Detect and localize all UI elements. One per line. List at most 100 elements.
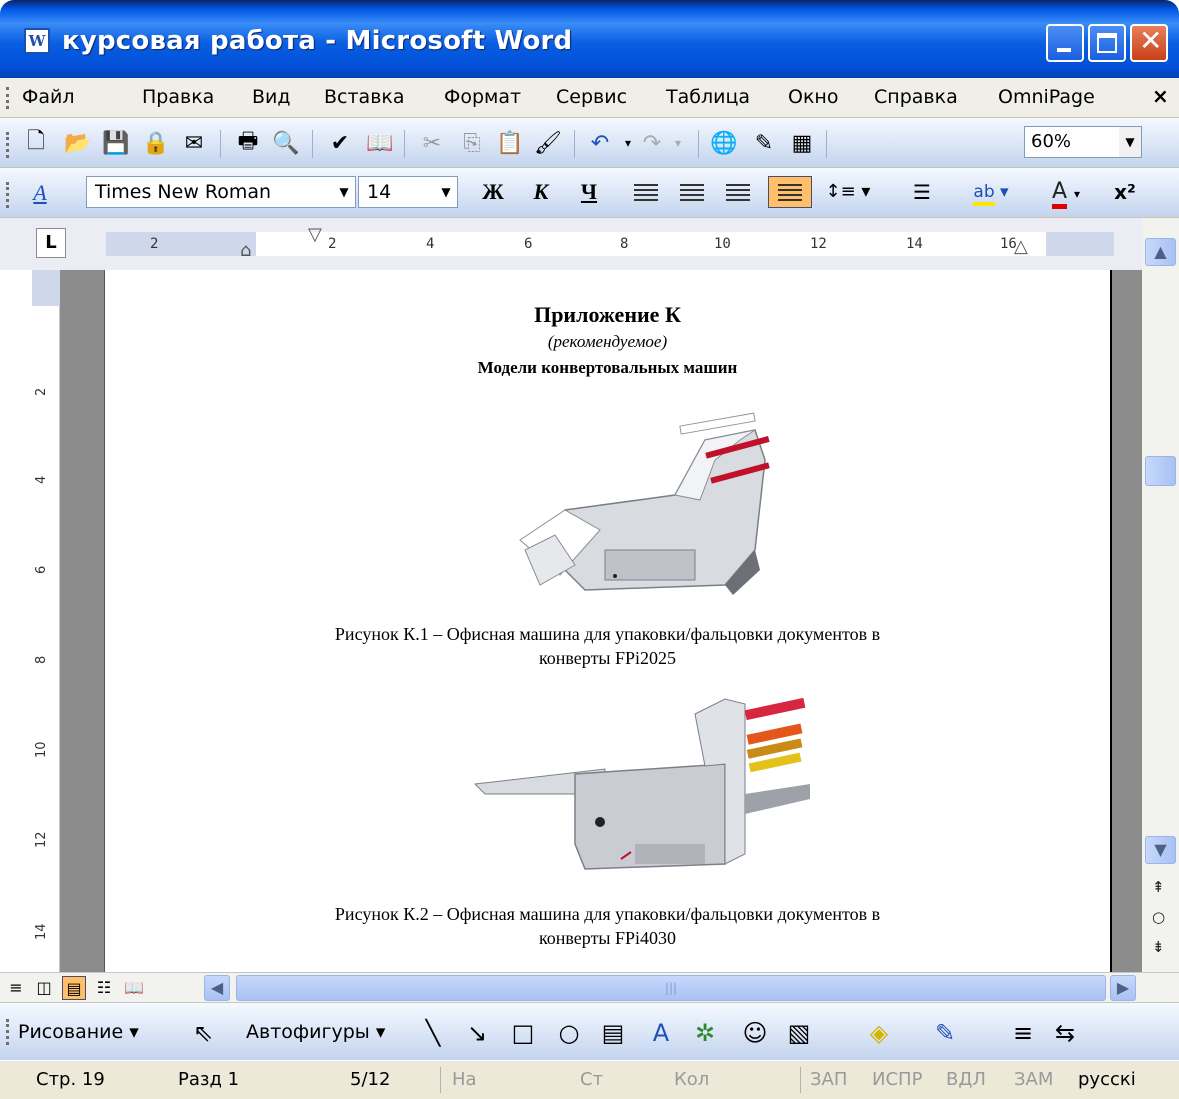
fill-color-icon[interactable]: ◈ xyxy=(864,1019,894,1047)
select-objects-icon[interactable]: ⇖ xyxy=(188,1019,218,1047)
text-box-icon[interactable]: ▤ xyxy=(598,1019,628,1047)
insert-picture-icon[interactable]: ▧ xyxy=(784,1019,814,1047)
dash-style-icon[interactable]: ⇆ xyxy=(1050,1019,1080,1047)
figure-fpi2025-image[interactable] xyxy=(505,400,805,600)
tables-borders-icon[interactable]: ✎ xyxy=(748,128,780,158)
chevron-down-icon[interactable]: ▼ xyxy=(1119,127,1141,157)
status-overtype[interactable]: ЗАМ xyxy=(1014,1069,1053,1090)
vertical-scrollbar[interactable]: ▲ ▼ ⇞ ○ ⇟ xyxy=(1142,218,1179,972)
new-document-icon[interactable]: 🗋 xyxy=(20,128,52,158)
close-document-icon[interactable]: × xyxy=(1152,84,1169,108)
align-left-icon[interactable] xyxy=(634,184,658,202)
line-icon[interactable]: ╲ xyxy=(418,1019,448,1047)
toolbar-grip[interactable] xyxy=(6,1019,10,1045)
draw-menu-button[interactable]: Рисование ▾ xyxy=(18,1021,139,1043)
autoshapes-menu-button[interactable]: Автофигуры ▾ xyxy=(246,1021,385,1043)
scroll-right-icon[interactable]: ▶ xyxy=(1110,975,1136,1001)
maximize-button[interactable] xyxy=(1088,24,1126,62)
menu-window[interactable]: Окно xyxy=(788,86,838,108)
scrollbar-thumb[interactable] xyxy=(1145,456,1176,486)
menu-edit[interactable]: Правка xyxy=(142,86,214,108)
line-spacing-button[interactable]: ↕≡ ▾ xyxy=(820,176,876,208)
select-browse-object-icon[interactable]: ○ xyxy=(1152,908,1165,926)
superscript-button[interactable]: x² xyxy=(1108,176,1142,208)
oval-icon[interactable]: ○ xyxy=(554,1019,584,1047)
line-style-icon[interactable]: ≡ xyxy=(1008,1019,1038,1047)
font-size-select[interactable]: 14 ▼ xyxy=(358,176,458,208)
diagram-icon[interactable]: ✲ xyxy=(690,1019,720,1047)
bold-button[interactable]: Ж xyxy=(478,176,508,208)
insert-table-icon[interactable]: ▦ xyxy=(786,128,818,158)
word-document-icon[interactable]: W xyxy=(24,28,50,54)
print-icon[interactable]: 🖶 xyxy=(232,128,264,158)
menu-view[interactable]: Вид xyxy=(252,86,291,108)
highlight-button[interactable]: ab ▾ xyxy=(958,176,1024,208)
web-layout-view-icon[interactable]: ◫ xyxy=(32,976,56,1000)
italic-button[interactable]: К xyxy=(526,176,556,208)
styles-icon[interactable]: A xyxy=(24,178,56,208)
title-bar[interactable]: W курсовая работа - Microsoft Word ✕ xyxy=(0,0,1179,78)
justify-button[interactable] xyxy=(768,176,812,208)
clip-art-icon[interactable]: ☺ xyxy=(740,1019,770,1047)
previous-page-icon[interactable]: ⇞ xyxy=(1152,878,1165,896)
arrow-icon[interactable]: ↘ xyxy=(462,1019,492,1047)
scroll-up-icon[interactable]: ▲ xyxy=(1145,238,1176,266)
cut-icon[interactable]: ✂ xyxy=(416,128,448,158)
close-button[interactable]: ✕ xyxy=(1130,24,1168,62)
scroll-left-icon[interactable]: ◀ xyxy=(204,975,230,1001)
status-track-changes[interactable]: ИСПР xyxy=(872,1069,922,1090)
chevron-down-icon[interactable]: ▼ xyxy=(333,177,355,207)
font-color-button[interactable]: A ▾ xyxy=(1036,176,1096,209)
horizontal-scrollbar-thumb[interactable]: ||| xyxy=(236,975,1106,1001)
toolbar-grip[interactable] xyxy=(6,87,10,109)
line-color-icon[interactable]: ✎ xyxy=(930,1019,960,1047)
paste-icon[interactable]: 📋 xyxy=(494,128,526,158)
menu-file[interactable]: Файл xyxy=(22,86,75,108)
print-preview-icon[interactable]: 🔍 xyxy=(270,128,302,158)
menu-table[interactable]: Таблица xyxy=(666,86,750,108)
research-icon[interactable]: 📖 xyxy=(364,128,396,158)
redo-dropdown-icon[interactable]: ▾ xyxy=(662,128,694,158)
document-page[interactable]: Приложение К (рекомендуемое) Модели конв… xyxy=(104,270,1112,972)
menu-insert[interactable]: Вставка xyxy=(324,86,405,108)
status-record-macro[interactable]: ЗАП xyxy=(810,1069,847,1090)
tab-selector-icon[interactable]: L xyxy=(36,228,66,258)
rectangle-icon[interactable]: □ xyxy=(508,1019,538,1047)
wordart-icon[interactable]: A xyxy=(646,1019,676,1047)
align-right-icon[interactable] xyxy=(726,184,750,202)
zoom-select[interactable]: 60% ▼ xyxy=(1024,126,1142,158)
left-indent-marker[interactable]: ⌂ xyxy=(240,240,251,261)
menu-tools[interactable]: Сервис xyxy=(556,86,627,108)
next-page-icon[interactable]: ⇟ xyxy=(1152,938,1165,956)
vertical-ruler[interactable]: 2 4 6 8 10 12 14 xyxy=(32,270,60,972)
copy-icon[interactable]: ⎘ xyxy=(456,128,488,158)
normal-view-icon[interactable]: ≡ xyxy=(4,976,28,1000)
print-layout-view-icon[interactable]: ▤ xyxy=(62,976,86,1000)
scroll-down-icon[interactable]: ▼ xyxy=(1145,836,1176,864)
outline-view-icon[interactable]: ☷ xyxy=(92,976,116,1000)
permission-icon[interactable]: 🔒 xyxy=(140,128,172,158)
hyperlink-icon[interactable]: 🌐 xyxy=(708,128,740,158)
align-center-icon[interactable] xyxy=(680,184,704,202)
minimize-button[interactable] xyxy=(1046,24,1084,62)
spelling-icon[interactable]: ✔ xyxy=(324,128,356,158)
menu-help[interactable]: Справка xyxy=(874,86,958,108)
numbering-icon[interactable]: ☰ xyxy=(904,176,940,208)
first-line-indent-marker[interactable]: ▽ xyxy=(308,224,322,245)
horizontal-ruler[interactable]: 2 2 4 6 8 10 12 14 16 xyxy=(106,232,1114,256)
email-icon[interactable]: ✉ xyxy=(178,128,210,158)
toolbar-grip[interactable] xyxy=(6,132,10,158)
menu-format[interactable]: Формат xyxy=(444,86,521,108)
reading-layout-view-icon[interactable]: 📖 xyxy=(122,976,146,1000)
format-painter-icon[interactable]: 🖌 xyxy=(532,128,564,158)
open-folder-icon[interactable]: 📂 xyxy=(62,128,94,158)
menu-omnipage[interactable]: OmniPage xyxy=(998,86,1095,108)
font-name-select[interactable]: Times New Roman ▼ xyxy=(86,176,356,208)
status-language[interactable]: русскі xyxy=(1078,1069,1136,1090)
right-indent-marker[interactable]: △ xyxy=(1014,236,1028,257)
toolbar-grip[interactable] xyxy=(6,182,10,208)
save-icon[interactable]: 💾 xyxy=(100,128,132,158)
figure-fpi4030-image[interactable] xyxy=(455,674,835,884)
chevron-down-icon[interactable]: ▼ xyxy=(435,177,457,207)
status-extend-selection[interactable]: ВДЛ xyxy=(946,1069,986,1090)
